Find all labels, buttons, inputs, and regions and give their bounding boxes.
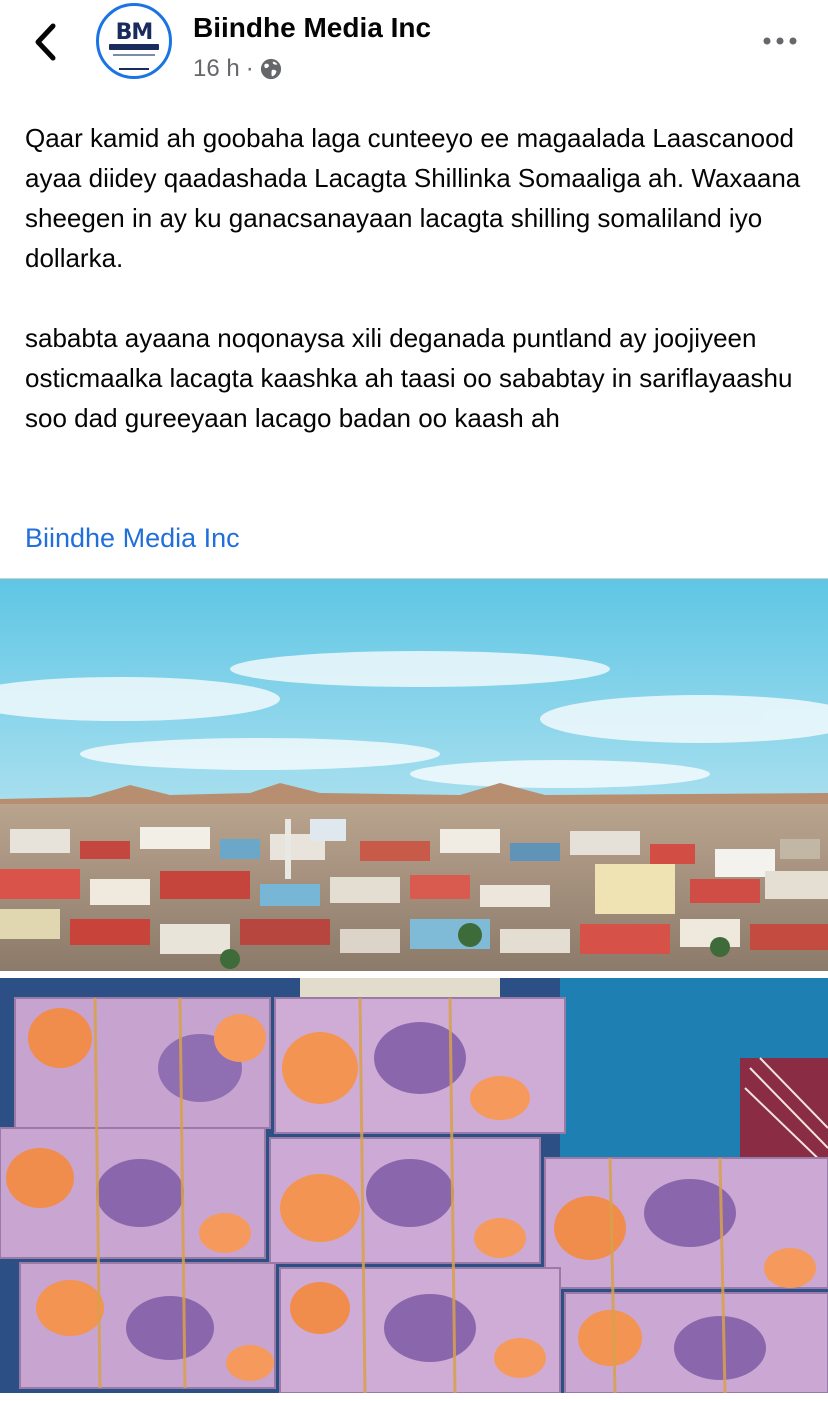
tagged-page-link[interactable]: Biindhe Media Inc: [25, 518, 240, 558]
post-paragraph: Qaar kamid ah goobaha laga cunteeyo ee m…: [25, 123, 815, 273]
globe-icon: [260, 58, 281, 80]
avatar[interactable]: BM: [96, 3, 172, 79]
post-paragraph: sababta ayaana noqonaysa xili deganada p…: [25, 323, 800, 433]
timestamp: 16 h: [193, 55, 240, 82]
post-meta: 16 h ·: [193, 54, 282, 84]
page-name[interactable]: Biindhe Media Inc: [193, 12, 431, 44]
meta-separator: ·: [245, 55, 254, 82]
city-skyline-photo[interactable]: [0, 578, 828, 971]
avatar-logo-text: BM: [115, 20, 154, 45]
banknotes-photo[interactable]: [0, 978, 828, 1393]
post-body: Qaar kamid ah goobaha laga cunteeyo ee m…: [25, 118, 805, 438]
more-horizontal-icon[interactable]: [758, 28, 802, 54]
chevron-left-icon[interactable]: [26, 20, 66, 64]
post-header: BM Biindhe Media Inc 16 h ·: [0, 0, 828, 100]
